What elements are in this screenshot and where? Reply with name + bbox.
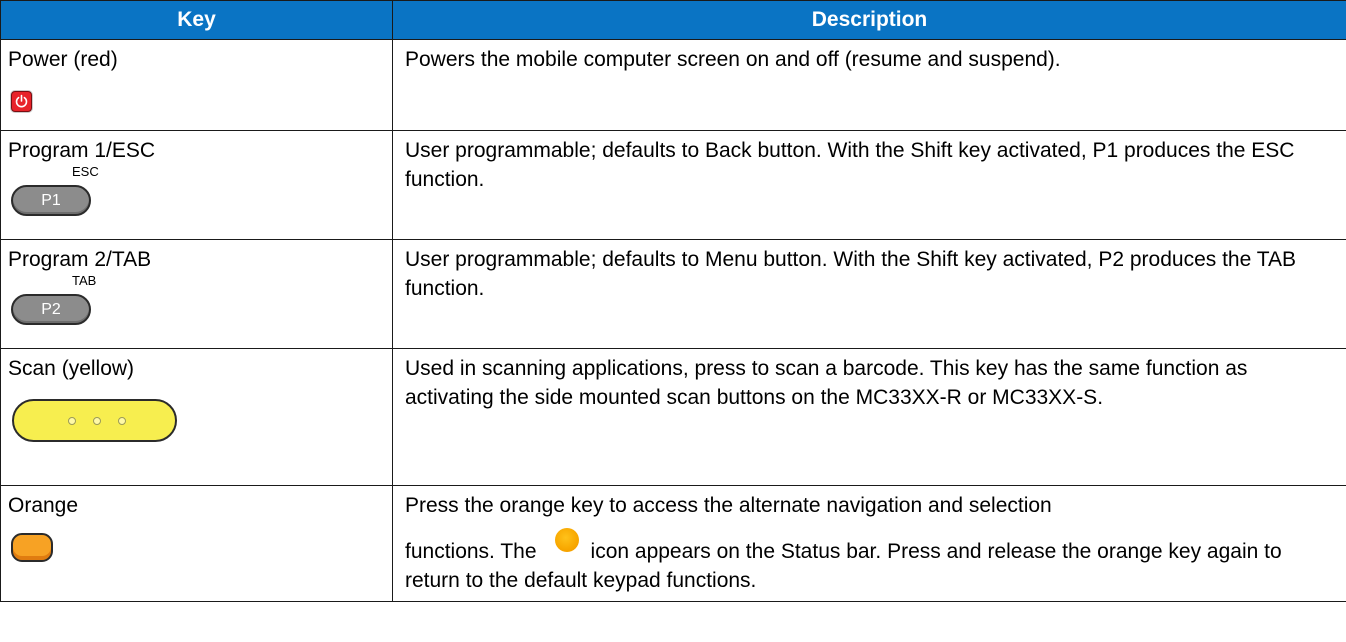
p1-key-icon: P1 — [11, 185, 91, 216]
table-header-row: Key Description — [0, 0, 1346, 40]
scan-key-icon — [12, 399, 177, 442]
table-row: Power (red) Powers the mobile computer s… — [0, 39, 1346, 131]
description-text: User programmable; defaults to Back butt… — [405, 139, 1295, 191]
description-text: Used in scanning applications, press to … — [405, 357, 1248, 409]
table-row: Scan (yellow) Used in scanning applicati… — [0, 348, 1346, 486]
description-text-part1: Press the orange key to access the alter… — [405, 494, 1052, 517]
power-icon — [11, 91, 32, 112]
p2-key-icon: P2 — [11, 294, 91, 325]
key-cell: Power (red) — [0, 39, 393, 131]
key-cell: Program 1/ESC ESC P1 — [0, 130, 393, 240]
orange-key-icon — [11, 533, 53, 562]
table-row: Program 2/TAB TAB P2 User programmable; … — [0, 239, 1346, 349]
description-cell: Used in scanning applications, press to … — [392, 348, 1346, 486]
orange-status-icon — [554, 528, 579, 552]
column-header-description: Description — [392, 0, 1346, 40]
scan-dot-icon — [68, 417, 76, 425]
column-header-key: Key — [0, 0, 393, 40]
key-name: Scan (yellow) — [8, 357, 135, 380]
table-row: Program 1/ESC ESC P1 User programmable; … — [0, 130, 1346, 240]
description-cell: Powers the mobile computer screen on and… — [392, 39, 1346, 131]
description-cell: User programmable; defaults to Menu butt… — [392, 239, 1346, 349]
scan-dot-icon — [118, 417, 126, 425]
key-name: Program 1/ESC — [8, 139, 156, 162]
key-cell: Program 2/TAB TAB P2 — [0, 239, 393, 349]
key-name: Power (red) — [8, 48, 118, 71]
description-text-part2a: functions. The — [405, 540, 537, 563]
scan-dot-icon — [93, 417, 101, 425]
esc-superscript-label: ESC — [72, 164, 99, 179]
key-description-table: Key Description Power (red) Powers the m — [0, 0, 1346, 602]
description-text: User programmable; defaults to Menu butt… — [405, 248, 1297, 300]
p1-key-label: P1 — [41, 192, 61, 209]
key-name: Orange — [8, 494, 79, 517]
description-cell: User programmable; defaults to Back butt… — [392, 130, 1346, 240]
tab-superscript-label: TAB — [72, 273, 97, 288]
key-cell: Orange — [0, 485, 393, 602]
description-cell: Press the orange key to access the alter… — [392, 485, 1346, 602]
p2-key-label: P2 — [41, 301, 61, 318]
key-name: Program 2/TAB — [8, 248, 152, 271]
table-row: Orange Press the orange key to access th… — [0, 485, 1346, 602]
description-text: Powers the mobile computer screen on and… — [405, 48, 1061, 71]
key-cell: Scan (yellow) — [0, 348, 393, 486]
